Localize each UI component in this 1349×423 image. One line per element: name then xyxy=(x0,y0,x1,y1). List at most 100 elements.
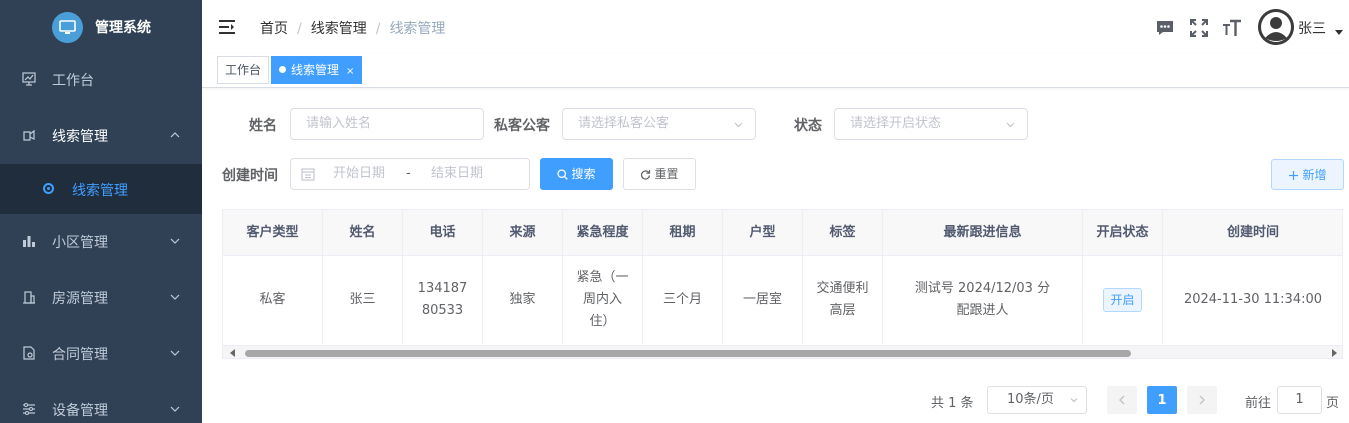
sidebar-item-dashboard[interactable]: 工作台 xyxy=(0,52,202,108)
fullscreen-icon[interactable] xyxy=(1189,18,1209,38)
private-public-select[interactable]: 请选择私客公客 xyxy=(562,108,756,140)
chevron-up-icon xyxy=(170,132,180,138)
add-button-label: 新增 xyxy=(1302,168,1327,182)
sidebar-logo[interactable]: 管理系统 xyxy=(0,0,202,54)
cell-layout: 一居室 xyxy=(723,256,803,344)
page-number[interactable]: 1 xyxy=(1147,386,1177,414)
start-date-input[interactable]: 开始日期 xyxy=(333,159,385,189)
chevron-down-icon xyxy=(170,350,180,356)
tags-view: 工作台 线索管理 × xyxy=(202,54,1349,88)
chevron-down-icon xyxy=(170,238,180,244)
avatar[interactable] xyxy=(1258,9,1294,45)
table-row[interactable]: 私客 张三 13418780533 独家 紧急（一周内入住） 三个月 一居室 交… xyxy=(223,255,1342,344)
select-placeholder: 请选择私客公客 xyxy=(578,116,670,131)
column-header: 来源 xyxy=(483,210,563,255)
sidebar-item-housing[interactable]: 房源管理 xyxy=(0,270,202,326)
refresh-icon xyxy=(641,170,651,180)
status-select[interactable]: 请选择开启状态 xyxy=(834,108,1028,140)
sidebar-item-community[interactable]: 小区管理 xyxy=(0,214,202,270)
status-label: 状态 xyxy=(794,118,822,134)
scroll-left-icon[interactable] xyxy=(230,349,235,357)
search-button[interactable]: 搜索 xyxy=(540,158,613,190)
column-header: 标签 xyxy=(803,210,883,255)
dashboard-icon xyxy=(22,72,36,86)
column-header: 姓名 xyxy=(323,210,403,255)
select-placeholder: 请选择开启状态 xyxy=(850,116,942,131)
range-separator: - xyxy=(406,166,411,181)
contract-icon xyxy=(23,346,35,360)
clue-icon xyxy=(23,129,35,141)
device-icon xyxy=(23,403,35,415)
calendar-icon xyxy=(301,168,315,181)
sidebar-item-label: 线索管理 xyxy=(52,129,108,145)
column-header: 创建时间 xyxy=(1163,210,1342,255)
tag-clue-management[interactable]: 线索管理 × xyxy=(271,56,363,84)
cell-followup: 测试号 2024/12/03 分配跟进人 xyxy=(883,256,1083,344)
created-time-label: 创建时间 xyxy=(222,168,278,184)
sidebar-item-label: 合同管理 xyxy=(52,347,108,363)
cell-source: 独家 xyxy=(483,256,563,344)
sidebar-item-label: 房源管理 xyxy=(52,291,108,307)
caret-down-icon[interactable] xyxy=(1335,30,1343,35)
sidebar: 管理系统 工作台 线索管理 线索管理 小区管理 房源管理 合同管理 设备管理 xyxy=(0,0,202,423)
goto-prefix: 前往 xyxy=(1245,396,1272,411)
tag-dashboard[interactable]: 工作台 xyxy=(217,56,270,84)
name-input[interactable]: 请输入姓名 xyxy=(290,108,484,140)
column-header: 客户类型 xyxy=(223,210,323,255)
sidebar-item-label: 小区管理 xyxy=(52,235,108,251)
active-dot-icon xyxy=(279,66,286,73)
sidebar-item-contract[interactable]: 合同管理 xyxy=(0,326,202,382)
prev-page-button[interactable] xyxy=(1107,386,1137,414)
scrollbar-thumb[interactable] xyxy=(245,350,1131,357)
top-navbar: 首页 / 线索管理 / 线索管理 张三 xyxy=(202,0,1349,54)
breadcrumb: 首页 / 线索管理 / 线索管理 xyxy=(260,18,445,38)
building-icon xyxy=(23,291,35,304)
column-header: 租期 xyxy=(643,210,723,255)
breadcrumb-home[interactable]: 首页 xyxy=(260,21,288,37)
sidebar-subitem-clue-management[interactable]: 线索管理 xyxy=(0,164,202,214)
cell-lease: 三个月 xyxy=(643,256,723,344)
breadcrumb-separator: / xyxy=(297,21,302,37)
page-size-value: 10条/页 xyxy=(1007,392,1054,407)
breadcrumb-current: 线索管理 xyxy=(389,21,446,37)
column-header: 电话 xyxy=(403,210,483,255)
cell-status: 开启 xyxy=(1083,256,1163,344)
plus-icon xyxy=(1289,171,1299,180)
page-size-select[interactable]: 10条/页 xyxy=(987,386,1087,414)
search-icon xyxy=(557,169,569,180)
logo-icon xyxy=(52,11,83,43)
chevron-down-icon xyxy=(170,406,180,412)
sidebar-item-device[interactable]: 设备管理 xyxy=(0,382,202,423)
cell-phone: 13418780533 xyxy=(403,256,483,344)
menu-toggle-icon[interactable] xyxy=(218,18,236,36)
radio-dot-icon xyxy=(43,183,54,194)
column-header: 最新跟进信息 xyxy=(883,210,1083,255)
end-date-input[interactable]: 结束日期 xyxy=(431,159,483,189)
reset-button[interactable]: 重置 xyxy=(623,158,696,190)
cell-tags: 交通便利 高层 xyxy=(803,256,883,344)
cell-customer-type: 私客 xyxy=(223,256,323,344)
next-page-button[interactable] xyxy=(1187,386,1217,414)
message-icon[interactable] xyxy=(1155,18,1175,38)
horizontal-scrollbar[interactable] xyxy=(223,345,1342,358)
font-size-icon[interactable] xyxy=(1222,18,1242,38)
chevron-down-icon xyxy=(734,122,743,128)
breadcrumb-clue[interactable]: 线索管理 xyxy=(311,21,367,37)
chart-icon xyxy=(23,236,35,247)
add-button[interactable]: 新增 xyxy=(1271,159,1344,190)
username[interactable]: 张三 xyxy=(1298,18,1326,38)
close-icon[interactable]: × xyxy=(346,66,354,77)
chevron-down-icon xyxy=(1070,398,1078,403)
clue-table: 客户类型 姓名 电话 来源 紧急程度 租期 户型 标签 最新跟进信息 开启状态 … xyxy=(222,209,1343,359)
goto-suffix: 页 xyxy=(1326,396,1340,411)
date-range-picker[interactable]: 开始日期 - 结束日期 xyxy=(290,158,530,190)
scroll-right-icon[interactable] xyxy=(1332,349,1337,357)
search-button-label: 搜索 xyxy=(571,167,596,181)
tag-label: 工作台 xyxy=(225,63,262,77)
sidebar-item-clue[interactable]: 线索管理 xyxy=(0,108,202,164)
goto-page-input[interactable]: 1 xyxy=(1277,386,1322,414)
name-label: 姓名 xyxy=(249,118,277,134)
status-badge[interactable]: 开启 xyxy=(1103,288,1142,312)
column-header: 紧急程度 xyxy=(563,210,643,255)
chevron-right-icon xyxy=(1199,395,1205,405)
